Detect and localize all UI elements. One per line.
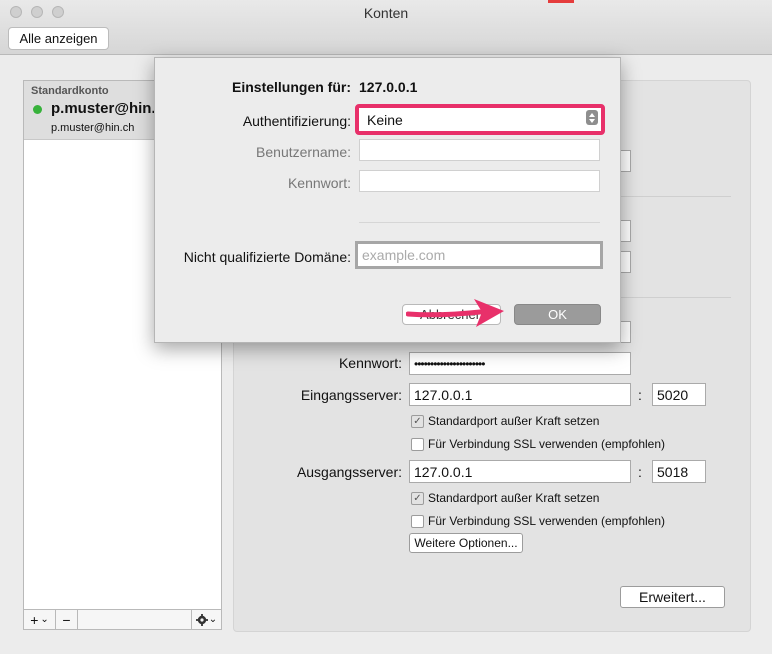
default-account-label: Standardkonto (31, 85, 109, 97)
domain-label: Nicht qualifizierte Domäne: (183, 249, 351, 265)
dialog-divider (359, 222, 600, 223)
chevron-down-icon: ⌄ (208, 614, 218, 625)
incoming-server-field[interactable]: 127.0.0.1 (409, 383, 631, 406)
window-indicator (548, 0, 574, 3)
incoming-ssl-checkbox[interactable] (411, 438, 424, 451)
outgoing-ssl-label: Für Verbindung SSL verwenden (empfohlen) (428, 514, 666, 528)
settings-for-value: 127.0.0.1 (359, 79, 418, 95)
add-account-button[interactable]: + ⌄ (24, 610, 56, 629)
account-email: p.muster@hin.ch (51, 122, 135, 134)
account-name[interactable]: p.muster@hin.c (51, 100, 164, 117)
username-label: Benutzername: (256, 144, 351, 160)
dialog-password-label: Kennwort: (287, 175, 351, 191)
window-titlebar: Konten Alle anzeigen (0, 0, 772, 55)
advanced-button[interactable]: Erweitert... (620, 586, 725, 608)
domain-input[interactable] (362, 247, 600, 263)
outgoing-override-port-label: Standardport außer Kraft setzen (428, 491, 600, 505)
incoming-override-port-label: Standardport außer Kraft setzen (428, 414, 600, 428)
checkmark-icon: ✓ (413, 416, 422, 427)
domain-field[interactable] (355, 241, 603, 269)
incoming-server-label: Eingangsserver: (300, 387, 402, 403)
incoming-ssl-label: Für Verbindung SSL verwenden (empfohlen) (428, 437, 666, 451)
incoming-override-port-checkbox[interactable]: ✓ (411, 415, 424, 428)
plus-icon: + (30, 611, 39, 628)
authentication-label: Authentifizierung: (242, 113, 351, 129)
outgoing-server-field[interactable]: 127.0.0.1 (409, 460, 631, 483)
outgoing-server-label: Ausgangsserver: (296, 464, 402, 480)
remove-account-button[interactable]: − (56, 610, 78, 629)
hidden-field-1[interactable] (620, 150, 631, 172)
settings-for-label: Einstellungen für: (232, 79, 351, 95)
incoming-port-field[interactable]: 5020 (652, 383, 706, 406)
account-actions-button[interactable]: ⌄ (191, 610, 221, 629)
dialog-password-field[interactable] (359, 170, 600, 192)
password-field[interactable]: •••••••••••••••••••••• (409, 352, 631, 375)
username-field[interactable] (359, 139, 600, 161)
port-separator: : (638, 387, 642, 403)
select-stepper-icon (586, 110, 598, 125)
checkmark-icon: ✓ (413, 493, 422, 504)
authentication-select[interactable]: Keine (359, 108, 601, 131)
section-divider (621, 196, 731, 197)
outgoing-override-port-checkbox[interactable]: ✓ (411, 492, 424, 505)
more-options-button[interactable]: Weitere Optionen... (409, 533, 523, 553)
gear-icon (195, 613, 208, 626)
minus-icon: − (62, 611, 71, 628)
authentication-value: Keine (367, 111, 403, 128)
outgoing-ssl-checkbox[interactable] (411, 515, 424, 528)
ok-button[interactable]: OK (514, 304, 601, 325)
hidden-field-4[interactable] (620, 321, 631, 343)
pointer-arrow-icon (406, 299, 504, 327)
show-all-button[interactable]: Alle anzeigen (8, 27, 109, 50)
server-settings-dialog: Einstellungen für: 127.0.0.1 Authentifiz… (154, 57, 621, 343)
hidden-field-2[interactable] (620, 220, 631, 242)
outgoing-port-field[interactable]: 5018 (652, 460, 706, 483)
section-divider (621, 297, 731, 298)
window-title: Konten (363, 5, 409, 21)
port-separator: : (638, 464, 642, 480)
chevron-down-icon: ⌄ (40, 614, 49, 625)
hidden-field-3[interactable] (620, 251, 631, 273)
authentication-highlight: Keine (355, 104, 605, 135)
password-label: Kennwort: (338, 355, 402, 371)
account-status-icon (33, 105, 42, 114)
account-list-toolbar: + ⌄ − ⌄ (23, 610, 222, 630)
